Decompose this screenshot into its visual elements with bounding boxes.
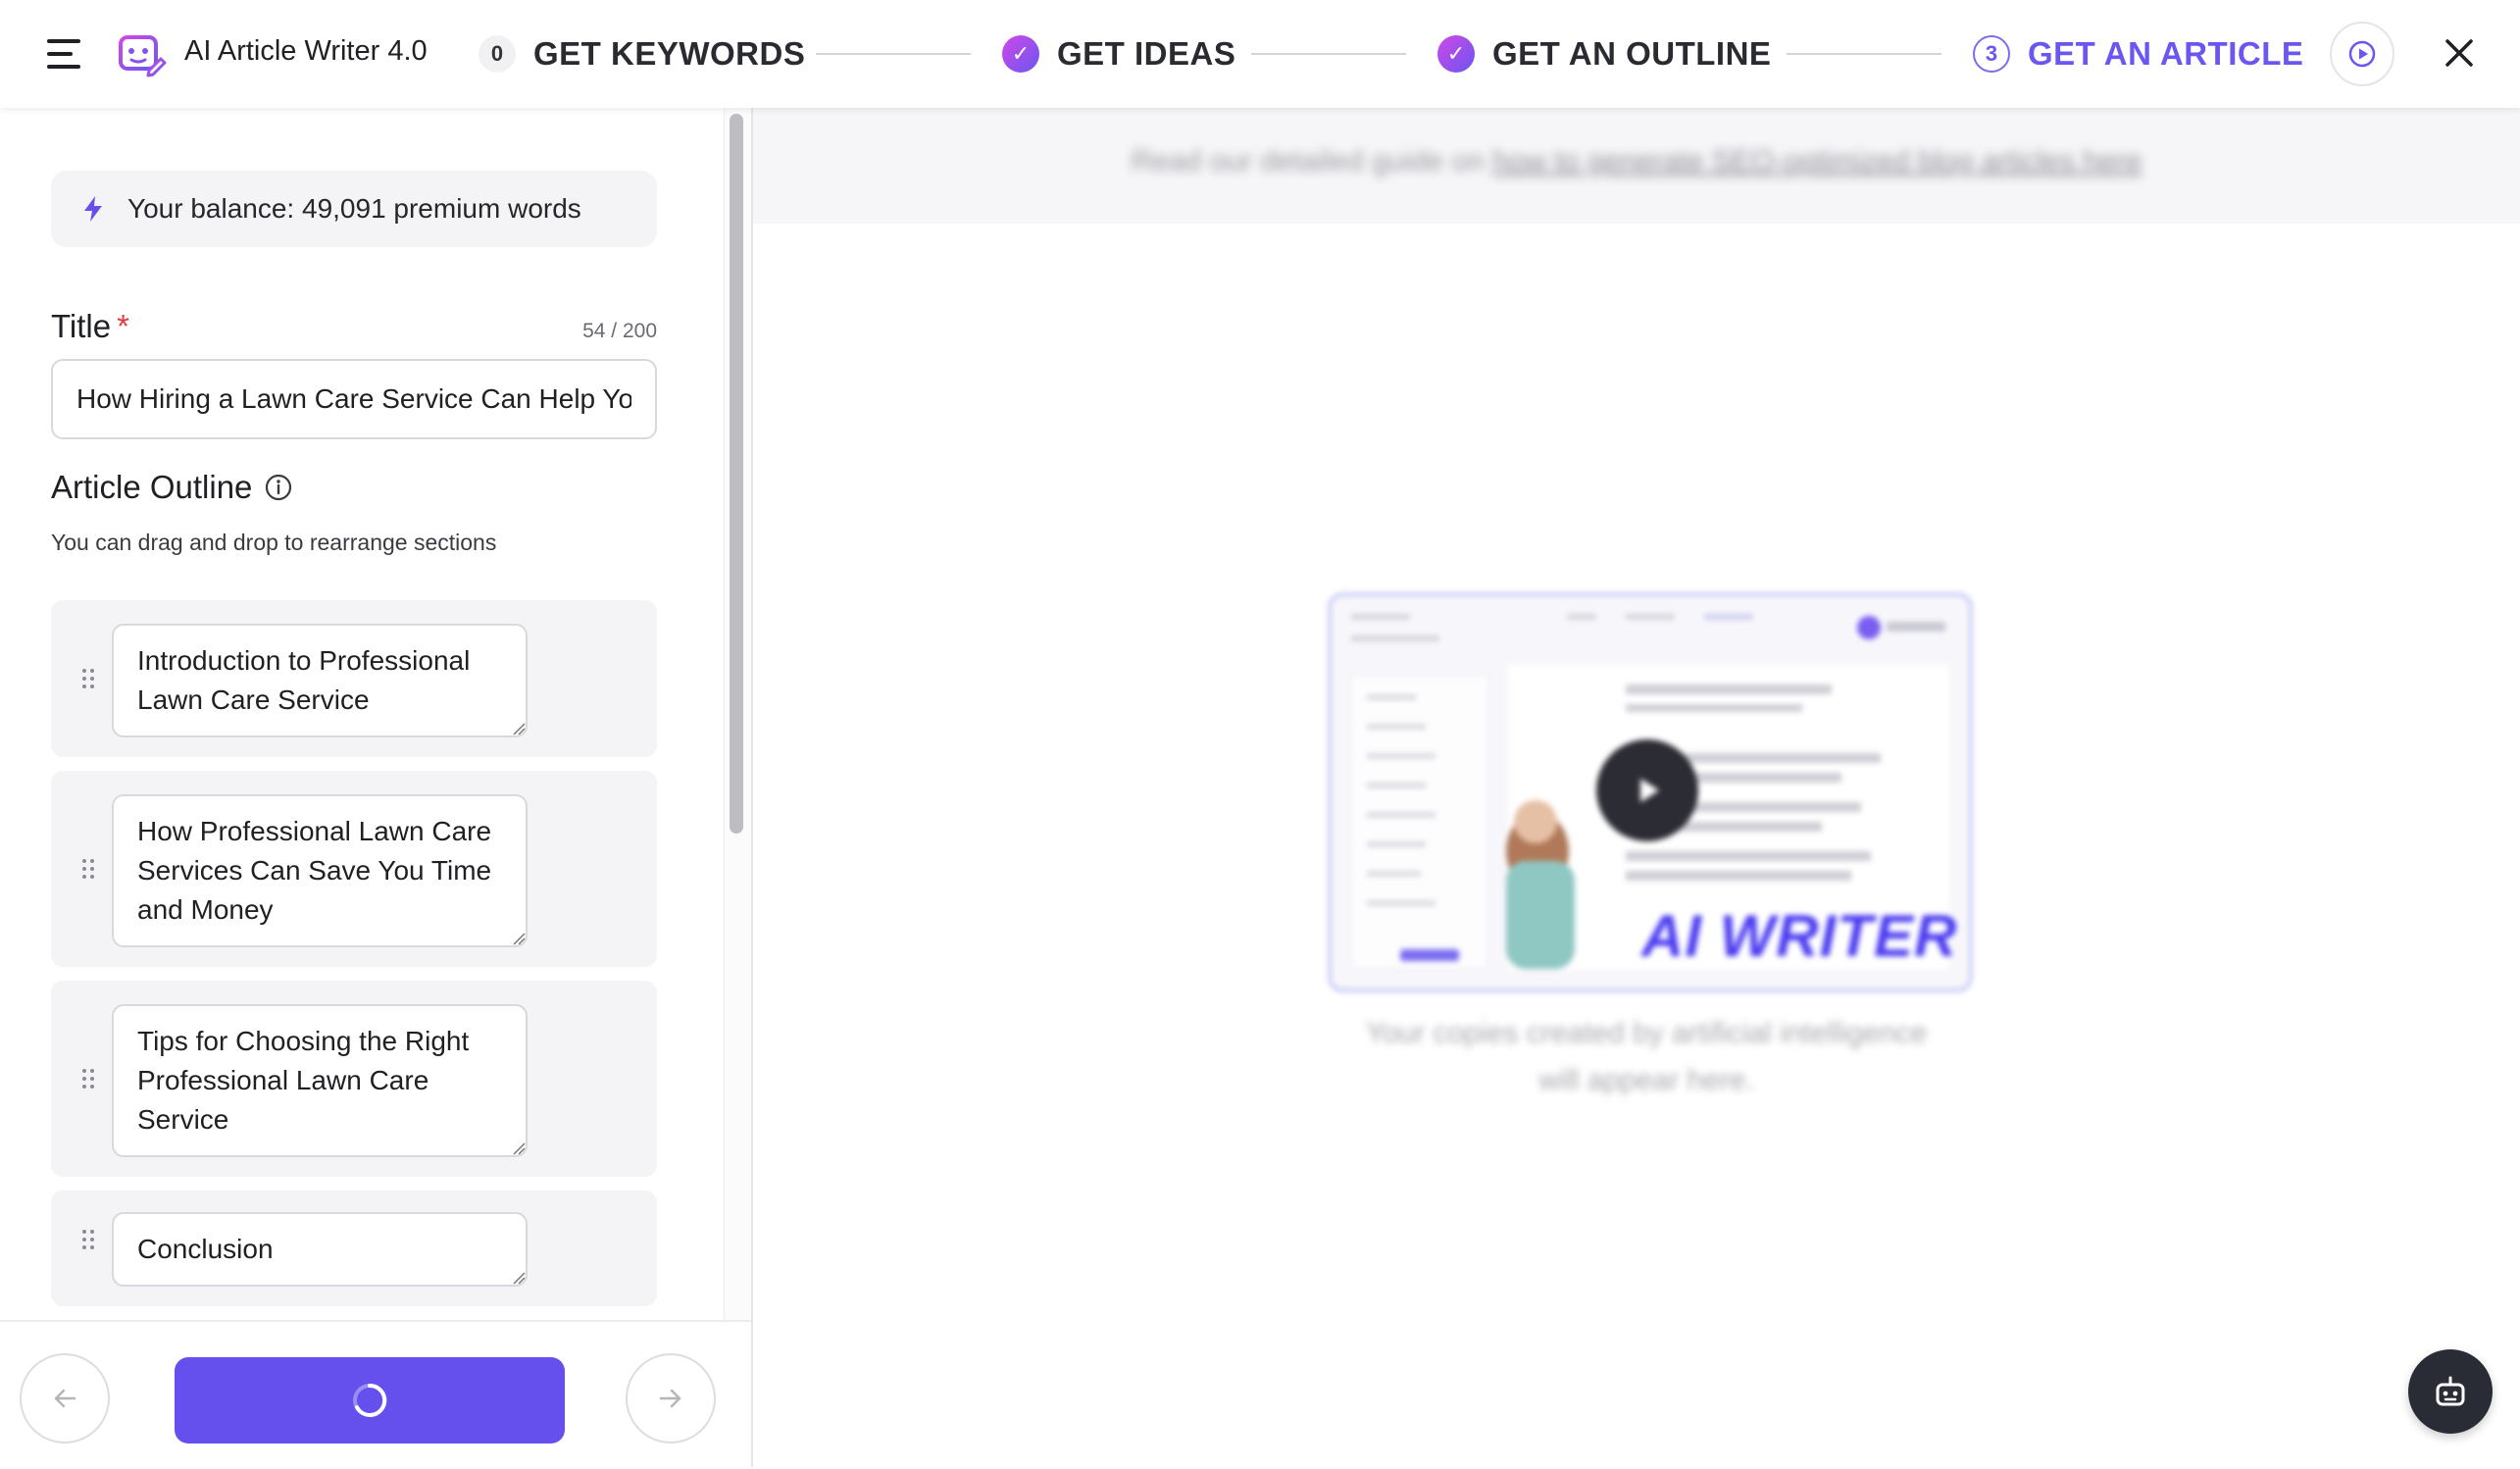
char-count: 54 / 200 xyxy=(582,320,657,342)
title-label: Title * xyxy=(51,308,129,345)
section-title-input[interactable]: Introduction to Professional Lawn Care S… xyxy=(112,624,528,737)
check-icon: ✓ xyxy=(1002,35,1039,73)
outline-hint: You can drag and drop to rearrange secti… xyxy=(51,530,497,555)
drag-handle-icon[interactable] xyxy=(82,1230,96,1251)
video-play-button[interactable] xyxy=(1596,739,1698,841)
play-icon xyxy=(1640,779,1659,802)
generate-article-button[interactable] xyxy=(175,1357,565,1444)
arrow-left-icon xyxy=(54,1389,76,1408)
play-icon xyxy=(2348,40,2376,68)
tutorial-video-thumbnail[interactable]: AI WRITER 4.0 xyxy=(1328,592,1973,992)
video-brand-text: AI WRITER 4.0 xyxy=(1641,903,1969,969)
robot-icon xyxy=(2436,1376,2465,1406)
guide-text: Read our detailed guide on how to genera… xyxy=(753,145,2520,178)
spinner-icon xyxy=(353,1383,387,1417)
step-connector xyxy=(1787,53,1941,55)
required-mark: * xyxy=(117,308,129,344)
section-title-input[interactable]: How Professional Lawn Care Services Can … xyxy=(112,794,528,947)
balance-text: Your balance: 49,091 premium words xyxy=(127,193,581,224)
step-get-ideas[interactable]: ✓ GET IDEAS xyxy=(1002,29,1235,78)
scrollbar-thumb[interactable] xyxy=(730,114,743,834)
info-icon[interactable] xyxy=(264,473,293,502)
empty-state-line-2: will appear here. xyxy=(1537,1064,1755,1096)
step-number-badge: 0 xyxy=(479,35,516,73)
title-input[interactable] xyxy=(51,359,657,439)
drag-handle-icon[interactable] xyxy=(82,1069,96,1090)
empty-state-line-1: Your copies created by artificial intell… xyxy=(1365,1017,1928,1049)
section-title-input[interactable]: Tips for Choosing the Right Professional… xyxy=(112,1004,528,1157)
bolt-icon xyxy=(84,196,102,222)
assistant-bot-button[interactable] xyxy=(2408,1349,2493,1434)
empty-state-text: Your copies created by artificial intell… xyxy=(1279,1010,2014,1104)
tutorial-play-button[interactable] xyxy=(2330,22,2394,86)
close-icon[interactable] xyxy=(2438,31,2481,75)
drag-handle-icon[interactable] xyxy=(82,669,96,690)
menu-icon[interactable] xyxy=(47,37,86,71)
step-get-an-outline[interactable]: ✓ GET AN OUTLINE xyxy=(1437,29,1771,78)
outline-section[interactable]: Conclusion xyxy=(51,1190,657,1306)
step-label: GET AN OUTLINE xyxy=(1492,35,1772,72)
resize-grip-icon[interactable] xyxy=(512,722,526,735)
next-step-button[interactable] xyxy=(626,1353,716,1444)
step-label: GET KEYWORDS xyxy=(533,35,806,72)
outline-section[interactable]: Tips for Choosing the Right Professional… xyxy=(51,981,657,1177)
step-connector xyxy=(1251,53,1406,55)
outline-label: Article Outline xyxy=(51,469,293,506)
outline-section[interactable]: Introduction to Professional Lawn Care S… xyxy=(51,600,657,757)
resize-grip-icon[interactable] xyxy=(512,1141,526,1155)
step-get-an-article[interactable]: 3 GET AN ARTICLE xyxy=(1973,29,2303,78)
guide-prefix: Read our detailed guide on xyxy=(1131,145,1493,177)
top-bar: AI Article Writer 4.0 0 GET KEYWORDS ✓ G… xyxy=(0,0,2520,108)
check-icon: ✓ xyxy=(1437,35,1475,73)
drag-handle-icon[interactable] xyxy=(82,859,96,881)
app-title: AI Article Writer 4.0 xyxy=(184,35,428,67)
outline-label-text: Article Outline xyxy=(51,469,253,505)
step-number-badge: 3 xyxy=(1973,35,2010,73)
step-label: GET AN ARTICLE xyxy=(2028,35,2304,72)
arrow-right-icon xyxy=(659,1389,681,1408)
title-label-text: Title xyxy=(51,308,112,344)
balance-box: Your balance: 49,091 premium words xyxy=(51,171,657,247)
resize-grip-icon[interactable] xyxy=(512,932,526,945)
guide-link[interactable]: how to generate SEO-optimized blog artic… xyxy=(1492,145,2142,177)
app-logo-icon xyxy=(119,29,167,77)
step-connector xyxy=(816,53,971,55)
step-label: GET IDEAS xyxy=(1057,35,1236,72)
step-get-keywords[interactable]: 0 GET KEYWORDS xyxy=(479,29,805,78)
outline-section[interactable]: How Professional Lawn Care Services Can … xyxy=(51,771,657,967)
section-title-input[interactable]: Conclusion xyxy=(112,1212,528,1287)
resize-grip-icon[interactable] xyxy=(512,1271,526,1285)
previous-step-button[interactable] xyxy=(20,1353,110,1444)
